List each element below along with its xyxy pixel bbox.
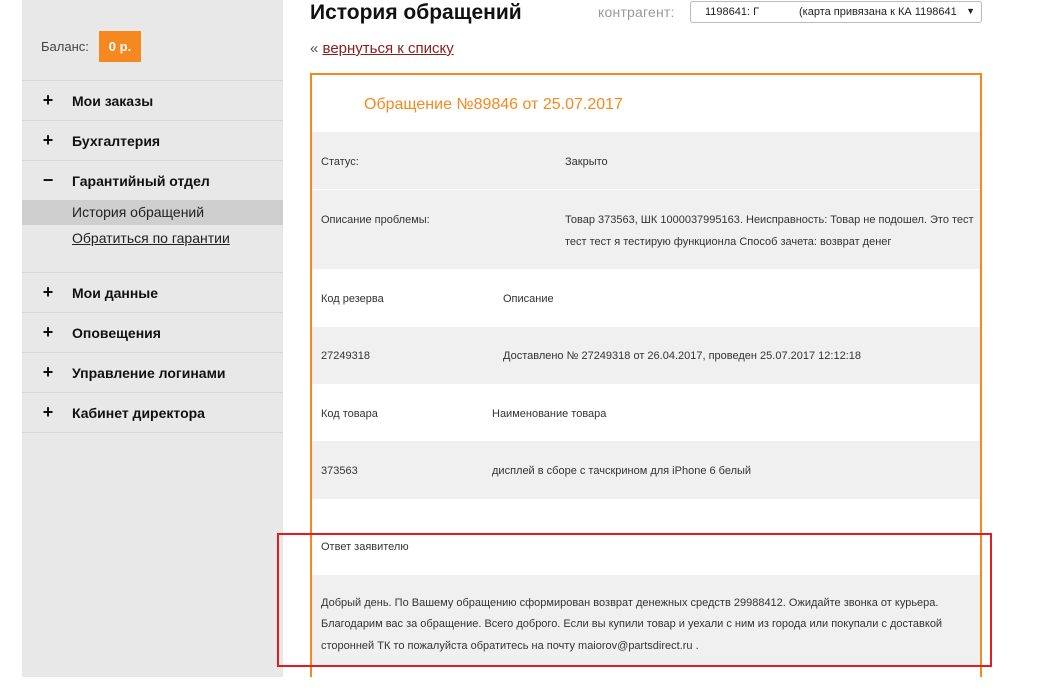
expand-icon: + [42,90,54,110]
sidebar-item-label: Мои данные [72,285,159,301]
back-prefix: « [310,40,319,57]
expand-icon: + [42,402,54,422]
sidebar-item-my-orders[interactable]: + Мои заказы [22,80,283,120]
contragent-select[interactable]: 1198641: Г (карта привязана к КА 1198641… [690,1,982,23]
contragent-code: 1198641: Г [705,6,760,18]
status-label: Статус: [321,156,359,168]
product-code: 373563 [321,465,358,477]
sidebar-item-label: Гарантийный отдел [72,173,210,189]
expand-icon: + [42,322,54,342]
balance-block: Баланс: 0 р. [22,28,283,62]
sidebar-item-label: Кабинет директора [72,405,205,421]
answer-label: Ответ заявителю [321,541,409,553]
reserve-desc-header: Описание [503,293,554,305]
product-code-header: Код товара [321,408,378,420]
sidebar-item-logins[interactable]: + Управление логинами [22,352,283,392]
answer-line-3: сторонней ТК то пожалуйста обратитесь на… [321,640,699,652]
answer-header-row: Ответ заявителю [312,499,980,575]
answer-line-2: Благодарим вас за обращение. Всего добро… [321,618,943,630]
sidebar-item-label: Бухгалтерия [72,133,161,149]
expand-icon: + [42,282,54,302]
answer-row: Добрый день. По Вашему обращению сформир… [312,575,980,667]
reserve-header-row: Код резерва Описание [312,269,980,327]
balance-label: Баланс: [41,39,89,54]
reserve-code: 27249318 [321,350,370,362]
problem-row: Описание проблемы: Товар 373563, ШК 1000… [312,189,980,269]
contragent-card: (карта привязана к КА 1198641 [799,6,957,18]
back-to-list-link[interactable]: вернуться к списку [323,40,454,57]
sidebar: Баланс: 0 р. + Мои заказы + Бухгалтерия … [22,0,283,677]
sidebar-item-notifications[interactable]: + Оповещения [22,312,283,352]
chevron-down-icon: ▼ [966,6,975,16]
submenu-item-history[interactable]: История обращений [22,200,283,225]
sidebar-item-accounting[interactable]: + Бухгалтерия [22,120,283,160]
balance-badge[interactable]: 0 р. [99,31,141,62]
submenu-item-label: История обращений [72,204,205,220]
product-row: 373563 дисплей в сборе с тачскрином для … [312,441,980,499]
sidebar-item-warranty[interactable]: − Гарантийный отдел [22,160,283,200]
ticket-title: Обращение №89846 от 25.07.2017 [364,96,623,113]
reserve-desc: Доставлено № 27249318 от 26.04.2017, про… [503,350,861,362]
warranty-submenu: История обращений Обратиться по гарантии [22,200,283,272]
product-header-row: Код товара Наименование товара [312,384,980,441]
expand-icon: + [42,362,54,382]
reserve-row: 27249318 Доставлено № 27249318 от 26.04.… [312,327,980,384]
page-title: История обращений [310,1,522,24]
back-nav: « вернуться к списку [310,40,454,57]
contragent-label: контрагент: [598,4,675,20]
sidebar-menu: + Мои заказы + Бухгалтерия − Гарантийный… [22,80,283,433]
status-row: Статус: Закрыто [312,132,980,189]
divider [22,432,283,433]
answer-line-1: Добрый день. По Вашему обращению сформир… [321,597,939,609]
submenu-link-warranty-request[interactable]: Обратиться по гарантии [72,230,230,246]
sidebar-item-label: Мои заказы [72,93,154,109]
collapse-icon: − [42,170,54,190]
product-name: дисплей в сборе с тачскрином для iPhone … [492,465,752,477]
expand-icon: + [42,130,54,150]
sidebar-item-my-data[interactable]: + Мои данные [22,272,283,312]
status-value: Закрыто [565,156,608,168]
reserve-code-header: Код резерва [321,293,384,305]
sidebar-item-director-cabinet[interactable]: + Кабинет директора [22,392,283,432]
problem-line-2: тест тест я тестирую функционла Способ з… [565,236,892,248]
sidebar-item-label: Управление логинами [72,365,226,381]
product-name-header: Наименование товара [492,408,607,420]
problem-line-1: Товар 373563, ШК 1000037995163. Неисправ… [565,214,974,226]
ticket-card: Обращение №89846 от 25.07.2017 Статус: З… [310,73,982,677]
sidebar-item-label: Оповещения [72,325,161,341]
problem-label: Описание проблемы: [321,214,430,226]
